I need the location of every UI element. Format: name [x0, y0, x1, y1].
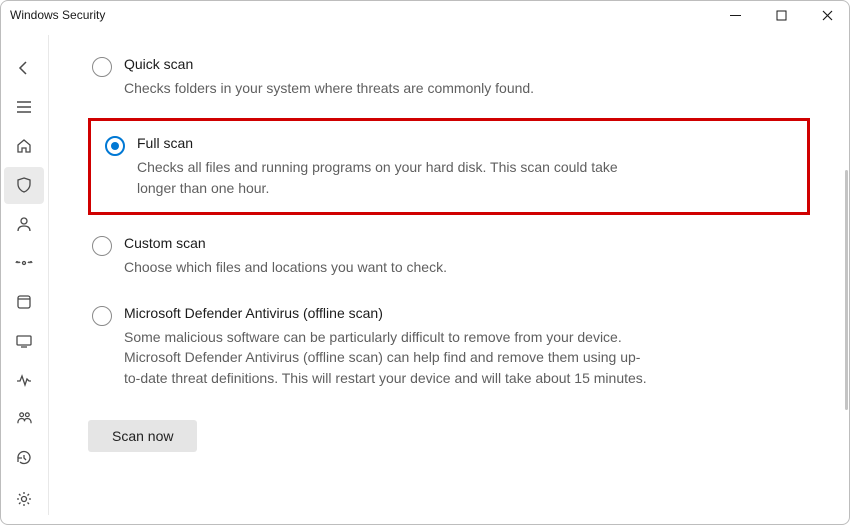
nav-settings[interactable] — [4, 480, 44, 517]
radio-quick-scan[interactable] — [92, 57, 112, 77]
maximize-button[interactable] — [758, 0, 804, 30]
option-offline-scan[interactable]: Microsoft Defender Antivirus (offline sc… — [88, 297, 810, 396]
menu-button[interactable] — [4, 89, 44, 126]
option-quick-scan[interactable]: Quick scan Checks folders in your system… — [88, 48, 810, 106]
option-desc: Some malicious software can be particula… — [124, 327, 656, 388]
option-label: Microsoft Defender Antivirus (offline sc… — [124, 305, 656, 321]
window-title: Windows Security — [10, 8, 105, 22]
close-button[interactable] — [804, 0, 850, 30]
gear-icon — [15, 490, 33, 508]
option-label: Quick scan — [124, 56, 656, 72]
radio-full-scan[interactable] — [105, 136, 125, 156]
scan-now-button[interactable]: Scan now — [88, 420, 197, 452]
nav-device-security[interactable] — [4, 322, 44, 359]
nav-device-performance[interactable] — [4, 361, 44, 398]
minimize-button[interactable] — [712, 0, 758, 30]
option-desc: Checks all files and running programs on… — [137, 157, 647, 198]
option-desc: Choose which files and locations you wan… — [124, 257, 656, 277]
option-label: Custom scan — [124, 235, 656, 251]
nav-account[interactable] — [4, 206, 44, 243]
content-area: Quick scan Checks folders in your system… — [48, 30, 850, 525]
nav-history[interactable] — [4, 439, 44, 476]
nav-family[interactable] — [4, 400, 44, 437]
window-controls — [712, 0, 850, 30]
shield-icon — [15, 176, 33, 194]
option-desc: Checks folders in your system where thre… — [124, 78, 656, 98]
radio-custom-scan[interactable] — [92, 236, 112, 256]
sidebar — [0, 30, 48, 525]
nav-app-browser[interactable] — [4, 284, 44, 321]
back-button[interactable] — [4, 50, 44, 87]
scrollbar[interactable] — [845, 170, 848, 410]
highlight-box: Full scan Checks all files and running p… — [88, 118, 810, 215]
nav-firewall[interactable] — [4, 245, 44, 282]
option-full-scan[interactable]: Full scan Checks all files and running p… — [91, 121, 807, 212]
nav-virus-protection[interactable] — [4, 167, 44, 204]
radio-offline-scan[interactable] — [92, 306, 112, 326]
nav-home[interactable] — [4, 128, 44, 165]
titlebar: Windows Security — [0, 0, 850, 30]
option-label: Full scan — [137, 135, 647, 151]
option-custom-scan[interactable]: Custom scan Choose which files and locat… — [88, 227, 810, 285]
